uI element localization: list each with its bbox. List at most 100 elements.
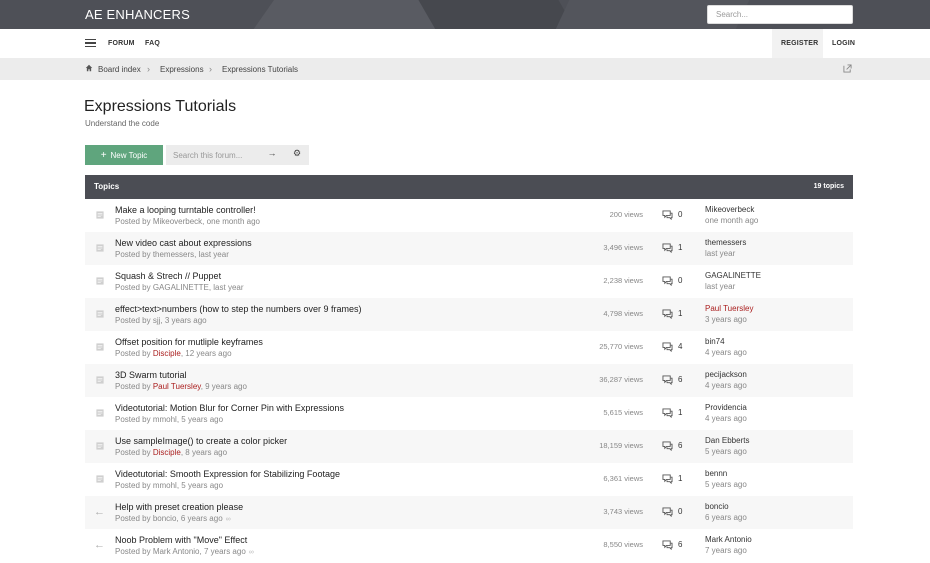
last-post-user[interactable]: Dan Ebberts: [705, 436, 749, 445]
topic-title[interactable]: Noob Problem with "Move" Effect: [115, 535, 247, 545]
topic-row[interactable]: Use sampleImage() to create a color pick…: [85, 430, 853, 463]
last-post-user[interactable]: pecijackson: [705, 370, 747, 379]
topic-author[interactable]: mmohl: [153, 415, 177, 424]
topic-row[interactable]: Make a looping turntable controller! Post…: [85, 199, 853, 232]
topic-title[interactable]: Offset position for mutliple keyframes: [115, 337, 263, 347]
topic-meta: Posted by mmohl, 5 years ago: [115, 415, 223, 424]
last-post-time[interactable]: last year: [705, 249, 735, 258]
last-post-user[interactable]: Providencia: [705, 403, 747, 412]
topic-replies: 1: [678, 408, 683, 417]
topic-meta: Posted by sjj, 3 years ago: [115, 316, 207, 325]
topic-title[interactable]: New video cast about expressions: [115, 238, 252, 248]
topic-author[interactable]: mmohl: [153, 481, 177, 490]
topic-author[interactable]: Disciple: [153, 349, 181, 358]
last-post-time[interactable]: 5 years ago: [705, 480, 747, 489]
topic-time: , last year: [208, 283, 244, 292]
last-post-user[interactable]: Mark Antonio: [705, 535, 752, 544]
posted-by-label: Posted by: [115, 514, 153, 523]
topic-title[interactable]: Videotutorial: Smooth Expression for Sta…: [115, 469, 340, 479]
last-post-user[interactable]: Paul Tuersley: [705, 304, 753, 313]
last-post-time[interactable]: 6 years ago: [705, 513, 747, 522]
new-topic-label: New Topic: [110, 150, 148, 160]
arrow-right-icon[interactable]: →: [262, 148, 282, 162]
last-post-time[interactable]: 4 years ago: [705, 348, 747, 357]
login-link[interactable]: LOGIN: [832, 40, 855, 47]
topic-row[interactable]: Offset position for mutliple keyframes Po…: [85, 331, 853, 364]
topic-title[interactable]: effect>text>numbers (how to step the num…: [115, 304, 361, 314]
attachment-icon: ∞: [248, 549, 254, 556]
site-logo[interactable]: AE ENHANCERS: [85, 7, 190, 22]
main-nav: FORUM FAQ REGISTER LOGIN: [0, 29, 930, 58]
topic-author[interactable]: Disciple: [153, 448, 181, 457]
topic-meta: Posted by Paul Tuersley, 9 years ago: [115, 382, 247, 391]
topic-time: , 3 years ago: [160, 316, 207, 325]
topics-count: 19 topics: [813, 183, 844, 190]
topic-author[interactable]: Mark Antonio: [153, 547, 200, 556]
external-link-icon[interactable]: [843, 64, 852, 73]
topic-views: 18,159 views: [599, 441, 643, 450]
last-post-time[interactable]: 3 years ago: [705, 315, 747, 324]
topic-time: , 12 years ago: [180, 349, 232, 358]
topic-replies: 0: [678, 276, 683, 285]
topic-author[interactable]: GAGALINETTE: [153, 283, 209, 292]
home-icon[interactable]: [85, 64, 93, 72]
topic-author[interactable]: Mikeoverbeck: [153, 217, 202, 226]
topic-time: , 9 years ago: [200, 382, 247, 391]
topic-row[interactable]: 3D Swarm tutorial Posted by Paul Tuersley…: [85, 364, 853, 397]
last-post-user[interactable]: bin74: [705, 337, 725, 346]
site-search-input[interactable]: [707, 5, 853, 24]
topic-title[interactable]: Videotutorial: Motion Blur for Corner Pi…: [115, 403, 344, 413]
last-post-time[interactable]: one month ago: [705, 216, 758, 225]
gear-icon[interactable]: ⚙: [288, 148, 306, 162]
last-post-user[interactable]: boncio: [705, 502, 729, 511]
topic-row[interactable]: Videotutorial: Smooth Expression for Sta…: [85, 463, 853, 496]
topic-row[interactable]: ← Help with preset creation please Posted …: [85, 496, 853, 529]
last-post-time[interactable]: 7 years ago: [705, 546, 747, 555]
breadcrumb-expressions-tutorials[interactable]: Expressions Tutorials: [222, 65, 298, 74]
topic-row[interactable]: ← Noob Problem with "Move" Effect Posted b…: [85, 529, 853, 562]
topic-time: , 6 years ago: [176, 514, 223, 523]
posted-by-label: Posted by: [115, 283, 153, 292]
topic-meta: Posted by Mikeoverbeck, one month ago: [115, 217, 260, 226]
topic-title[interactable]: 3D Swarm tutorial: [115, 370, 187, 380]
posted-by-label: Posted by: [115, 349, 153, 358]
topic-author[interactable]: themessers: [153, 250, 194, 259]
topic-row[interactable]: Videotutorial: Motion Blur for Corner Pi…: [85, 397, 853, 430]
topic-replies: 0: [678, 210, 683, 219]
topic-title[interactable]: Use sampleImage() to create a color pick…: [115, 436, 287, 446]
topic-title[interactable]: Help with preset creation please: [115, 502, 243, 512]
menu-icon[interactable]: [85, 39, 96, 47]
last-post-time[interactable]: 5 years ago: [705, 447, 747, 456]
topic-icon: [96, 244, 104, 252]
last-post-time[interactable]: last year: [705, 282, 735, 291]
topic-icon: [96, 277, 104, 285]
topic-views: 3,496 views: [603, 243, 643, 252]
topic-time: , last year: [194, 250, 229, 259]
nav-faq-link[interactable]: FAQ: [145, 40, 160, 47]
attachment-icon: ∞: [225, 516, 231, 523]
last-post-user[interactable]: Mikeoverbeck: [705, 205, 754, 214]
topic-meta: Posted by Mark Antonio, 7 years ago ∞: [115, 547, 254, 556]
register-link[interactable]: REGISTER: [781, 40, 818, 47]
last-post-user[interactable]: bennn: [705, 469, 727, 478]
topic-title[interactable]: Squash & Strech // Puppet: [115, 271, 221, 281]
topic-row[interactable]: Squash & Strech // Puppet Posted by GAGAL…: [85, 265, 853, 298]
topic-author[interactable]: boncio: [153, 514, 177, 523]
nav-forum-link[interactable]: FORUM: [108, 40, 135, 47]
topic-author[interactable]: Paul Tuersley: [153, 382, 201, 391]
breadcrumb-expressions[interactable]: Expressions: [160, 65, 204, 74]
last-post-time[interactable]: 4 years ago: [705, 414, 747, 423]
topic-meta: Posted by boncio, 6 years ago ∞: [115, 514, 231, 523]
topics-header: Topics 19 topics: [85, 175, 853, 199]
new-topic-button[interactable]: + New Topic: [85, 145, 163, 165]
last-post-user[interactable]: themessers: [705, 238, 746, 247]
breadcrumb-board-index[interactable]: Board index: [98, 65, 141, 74]
topic-row[interactable]: New video cast about expressions Posted b…: [85, 232, 853, 265]
topic-replies: 4: [678, 342, 683, 351]
topic-row[interactable]: effect>text>numbers (how to step the num…: [85, 298, 853, 331]
forum-search-input[interactable]: [166, 145, 262, 165]
posted-by-label: Posted by: [115, 448, 153, 457]
last-post-time[interactable]: 4 years ago: [705, 381, 747, 390]
topic-title[interactable]: Make a looping turntable controller!: [115, 205, 256, 215]
last-post-user[interactable]: GAGALINETTE: [705, 271, 761, 280]
